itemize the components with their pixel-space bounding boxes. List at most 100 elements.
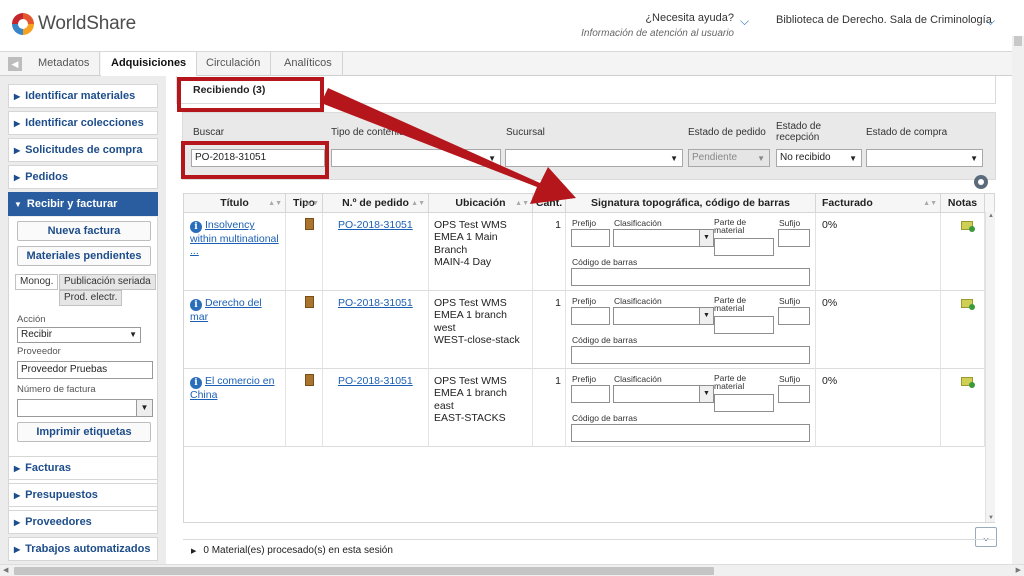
classification-combo[interactable]: ▼ [613,307,714,325]
notes-cell [941,291,985,369]
sort-icon: ▲▼ [923,200,937,207]
add-note-icon[interactable] [961,299,975,310]
scrollbar-thumb[interactable] [14,567,714,575]
tab-circulacion[interactable]: Circulación [196,52,272,76]
location-line: EMEA 1 Main [434,231,498,244]
caret-down-icon[interactable]: ▼ [699,308,713,324]
table-row: i Derecho del mar PO-2018-31051 OPS Test WM… [184,291,994,369]
sidebar-item-identificar-materiales[interactable]: ▶ Identificar materiales [8,84,158,108]
pending-items-button[interactable]: Materiales pendientes [17,246,151,266]
order-link[interactable]: PO-2018-31051 [338,219,413,231]
book-icon [305,374,314,386]
processed-items-bar[interactable]: ▶ 0 Material(es) procesado(s) en esta ses… [183,539,995,561]
caret-down-icon[interactable]: ▼ [136,400,152,416]
sidebar-item-identificar-colecciones[interactable]: ▶ Identificar colecciones [8,111,158,135]
suffix-input[interactable] [778,229,810,247]
classification-label: Clasificación [614,218,662,228]
table-header: Título ▲▼ Tipo ▲▼ N.º de pedido ▲▼ Ubicació… [184,194,994,213]
column-header-invoiced[interactable]: Facturado ▲▼ [816,194,941,213]
caret-right-icon: ▶ [14,545,21,554]
title-link[interactable]: Insolvency within multinational ... [190,219,279,257]
barcode-input[interactable] [571,424,810,442]
location-line: OPS Test WMS [434,297,507,309]
classification-combo[interactable]: ▼ [613,229,714,247]
location-line: west [434,321,456,334]
help-question[interactable]: ¿Necesita ayuda? [574,12,734,24]
tab-monog[interactable]: Monog. [15,274,59,290]
prefix-input[interactable] [571,307,610,325]
invoice-number-combo[interactable]: ▼ [17,399,153,417]
part-label: Parte de material [714,295,747,313]
prefix-input[interactable] [571,385,610,403]
scroll-right-icon[interactable]: ▶ [1016,566,1021,574]
suffix-input[interactable] [778,307,810,325]
tab-prod-electr[interactable]: Prod. electr. [59,290,123,306]
add-note-icon[interactable] [961,377,975,388]
caret-down-icon[interactable]: ▼ [699,230,713,246]
branch-select[interactable]: ▼ [505,149,683,167]
scroll-down-icon[interactable]: ▼ [988,515,994,521]
caret-down-icon[interactable]: ▼ [699,386,713,402]
sidebar-item-proveedores[interactable]: ▶ Proveedores [8,510,158,534]
purchase-status-select[interactable]: ▼ [866,149,983,167]
order-status-select: Pendiente ▼ [688,149,770,167]
worldshare-logo[interactable]: WorldShare [12,13,136,35]
worldshare-logo-icon [12,13,34,35]
barcode-input[interactable] [571,268,810,286]
collapse-sidebar-icon[interactable]: ◀ [8,57,22,71]
barcode-input[interactable] [571,346,810,364]
sidebar-item-presupuestos[interactable]: ▶ Presupuestos [8,483,158,507]
content-type-label: Tipo de contenido [331,127,411,138]
action-select[interactable]: Recibir ▼ [17,327,141,343]
help-section[interactable]: ¿Necesita ayuda? Información de atención… [574,12,734,39]
suffix-input[interactable] [778,385,810,403]
notes-cell [941,213,985,291]
info-icon[interactable]: i [190,221,202,233]
column-header-type[interactable]: Tipo ▲▼ [286,194,323,213]
library-name[interactable]: Biblioteca de Derecho. Sala de Criminolo… [776,14,992,26]
column-header-qty[interactable]: Cant. [533,194,566,213]
gear-icon[interactable] [974,175,988,189]
sidebar-item-pedidos[interactable]: ▶ Pedidos [8,165,158,189]
page-vertical-scrollbar[interactable] [1012,36,1024,564]
title-link[interactable]: El comercio en China [190,375,274,401]
tab-publicacion-seriada[interactable]: Publicación seriada [59,274,156,290]
order-link[interactable]: PO-2018-31051 [338,375,413,387]
column-header-location[interactable]: Ubicación ▲▼ [429,194,533,213]
chevron-down-icon[interactable]: ⌵ [740,14,749,29]
column-header-order[interactable]: N.º de pedido ▲▼ [323,194,429,213]
invoice-number-label: Número de factura [17,384,96,395]
receipt-status-select[interactable]: No recibido ▼ [776,149,862,167]
print-labels-button[interactable]: Imprimir etiquetas [17,422,151,442]
tab-analiticos[interactable]: Analíticos [274,52,343,76]
chevron-down-icon[interactable]: ⌵ [986,14,995,29]
scrollbar-thumb[interactable] [1014,36,1022,46]
vendor-input[interactable]: Proveedor Pruebas [17,361,153,379]
add-note-icon[interactable] [961,221,975,232]
tab-metadatos[interactable]: Metadatos [28,52,101,76]
part-input[interactable] [714,394,774,412]
info-icon[interactable]: i [190,299,202,311]
sidebar-item-recibir-facturar[interactable]: ▼ Recibir y facturar [8,192,158,216]
table-scrollbar[interactable]: ▲ ▼ [985,212,995,522]
sidebar-item-facturas[interactable]: ▶ Facturas [8,456,158,480]
content-type-select[interactable]: ▼ [331,149,501,167]
order-link[interactable]: PO-2018-31051 [338,297,413,309]
new-invoice-button[interactable]: Nueva factura [17,221,151,241]
column-header-title[interactable]: Título ▲▼ [184,194,286,213]
info-icon[interactable]: i [190,377,202,389]
sidebar-item-solicitudes[interactable]: ▶ Solicitudes de compra [8,138,158,162]
scroll-left-icon[interactable]: ◀ [3,566,8,574]
tab-adquisiciones[interactable]: Adquisiciones [101,52,198,76]
scroll-up-icon[interactable]: ▲ [988,213,994,219]
sidebar-item-trabajos[interactable]: ▶ Trabajos automatizados [8,537,158,561]
sort-icon: ▲▼ [515,200,529,207]
part-input[interactable] [714,238,774,256]
classification-combo[interactable]: ▼ [613,385,714,403]
part-input[interactable] [714,316,774,334]
help-subtitle: Información de atención al usuario [581,28,734,39]
caret-right-icon: ▶ [14,119,21,128]
sidebar-item-label: Facturas [25,462,72,474]
prefix-input[interactable] [571,229,610,247]
page-horizontal-scrollbar[interactable]: ◀ ▶ [0,564,1024,576]
